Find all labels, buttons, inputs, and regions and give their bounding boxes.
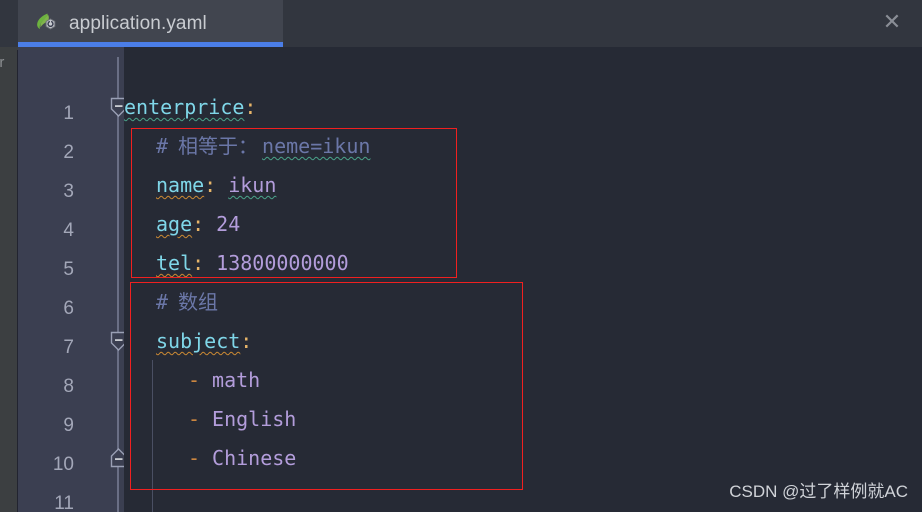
- editor-window: ir application.yaml ✕ 1 2: [0, 0, 922, 512]
- colon: :: [192, 212, 205, 236]
- yaml-key-enterprice: enterprice: [124, 95, 245, 119]
- code-line-3: # 相等于： neme=ikun: [156, 134, 370, 158]
- line-number: 4: [63, 220, 74, 241]
- comment-cjk-text: 相等于：: [178, 134, 259, 158]
- colon: :: [244, 95, 257, 119]
- tab-bar: application.yaml ✕: [0, 0, 922, 47]
- line-number: 5: [63, 259, 74, 280]
- line-number: 6: [63, 298, 74, 319]
- code-line-6: tel: 13800000000: [156, 251, 349, 275]
- code-line-4: name: ikun: [156, 173, 276, 197]
- line-number: 2: [63, 142, 74, 163]
- watermark-text: CSDN @过了样例就AC: [729, 482, 908, 501]
- spring-boot-yaml-icon: [34, 12, 60, 36]
- yaml-value-tel: 13800000000: [216, 251, 349, 275]
- code-line-7: # 数组: [156, 290, 218, 314]
- yaml-key-name: name: [156, 173, 205, 197]
- close-icon[interactable]: ✕: [882, 11, 902, 33]
- code-line-11: - Chinese: [188, 446, 296, 470]
- comment-hash: #: [156, 290, 169, 314]
- line-number: 11: [54, 493, 74, 512]
- code-line-2: enterprice:: [124, 95, 256, 119]
- yaml-key-subject: subject: [156, 329, 241, 353]
- left-tool-strip: ir: [0, 0, 18, 512]
- colon: :: [204, 173, 217, 197]
- comment-cjk-text: 数组: [178, 290, 219, 314]
- editor-gutter[interactable]: 1 2 3 4 5 6 7 8 9 10 11 12: [18, 47, 127, 512]
- code-line-8: subject:: [156, 329, 252, 353]
- line-number: 8: [63, 376, 74, 397]
- code-line-9: - math: [188, 368, 260, 392]
- tool-strip-label: ir: [0, 54, 5, 71]
- tab-title: application.yaml: [69, 12, 207, 34]
- comment-hash: #: [156, 134, 169, 158]
- list-dash: -: [188, 368, 201, 392]
- code-line-5: age: 24: [156, 212, 240, 236]
- code-line-10: - English: [188, 407, 296, 431]
- tab-application-yaml[interactable]: application.yaml: [18, 0, 283, 47]
- line-number: 3: [63, 181, 74, 202]
- comment-expression: neme=ikun: [262, 134, 371, 158]
- line-number: 9: [63, 415, 74, 436]
- yaml-key-tel: tel: [156, 251, 193, 275]
- code-editor[interactable]: enterprice: # 相等于： neme=ikun name: ikun age…: [124, 47, 922, 512]
- line-number: 1: [63, 103, 74, 124]
- yaml-value-age: 24: [216, 212, 241, 236]
- colon: :: [192, 251, 205, 275]
- list-item-value: English: [212, 407, 297, 431]
- list-item-value: Chinese: [212, 446, 297, 470]
- indent-guide: [152, 360, 153, 512]
- fold-rail: [117, 57, 119, 512]
- colon: :: [240, 329, 253, 353]
- yaml-key-age: age: [156, 212, 193, 236]
- list-dash: -: [188, 446, 201, 470]
- list-dash: -: [188, 407, 201, 431]
- yaml-value-name: ikun: [228, 173, 277, 197]
- list-item-value: math: [212, 368, 261, 392]
- line-number: 10: [52, 454, 74, 475]
- line-number: 7: [63, 337, 74, 358]
